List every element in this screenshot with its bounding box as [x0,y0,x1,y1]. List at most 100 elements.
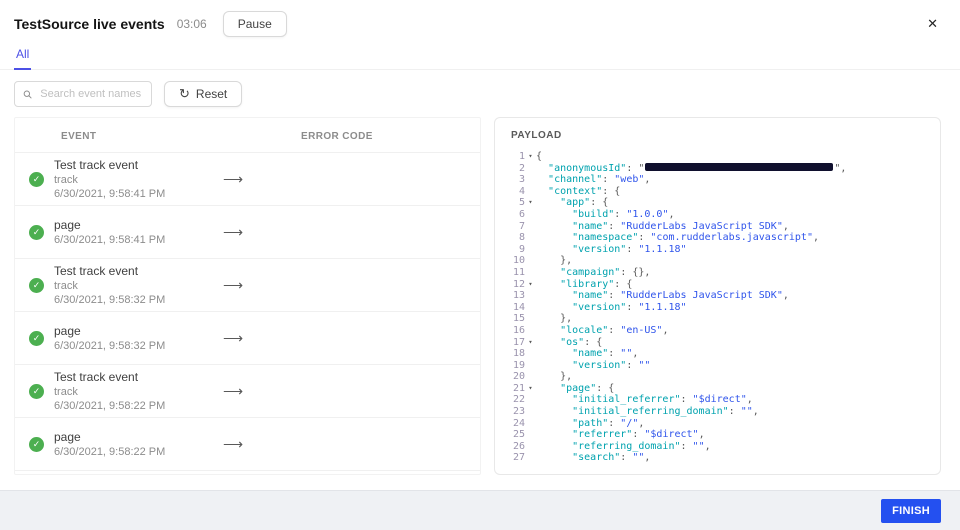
code-line: 15 }, [501,313,940,325]
finish-button[interactable]: FINISH [881,499,941,523]
collapse-caret-icon[interactable]: ▾ [525,279,536,291]
code-text: "version": "" [536,360,650,372]
main-content: EVENT ERROR CODE ✓ Test track event trac… [0,117,960,475]
payload-code: 1 ▾ { 2 "anonymousId": "", 3 "channel": … [495,151,940,464]
code-text: "name": "", [536,348,638,360]
code-line: 12 ▾ "library": { [501,279,940,291]
event-row[interactable]: ✓ page 6/30/2021, 9:58:32 PM ⟶ [15,312,480,365]
code-text: "campaign": {}, [536,267,650,279]
live-events-modal: TestSource live events 03:06 Pause ✕ All… [0,0,960,530]
event-timestamp: 6/30/2021, 9:58:22 PM [54,445,165,459]
code-text: "page": { [536,383,614,395]
event-row[interactable]: ✓ Test track event track 6/30/2021, 9:58… [15,153,480,206]
arrow-right-icon[interactable]: ⟶ [223,171,243,188]
code-line: 26 "referring_domain": "", [501,441,940,453]
code-text: "path": "/", [536,418,644,430]
line-number: 5 [501,197,525,209]
code-line: 3 "channel": "web", [501,174,940,186]
line-number: 2 [501,163,525,175]
payload-title: PAYLOAD [495,130,940,151]
session-timer: 03:06 [177,17,207,31]
line-number: 3 [501,174,525,186]
collapse-caret-icon[interactable]: ▾ [525,383,536,395]
event-row[interactable]: ✓ Test track event track 6/30/2021, 9:58… [15,259,480,312]
tab-bar: All [0,44,960,70]
event-list[interactable]: ✓ Test track event track 6/30/2021, 9:58… [15,153,480,471]
arrow-right-icon[interactable]: ⟶ [223,436,243,453]
code-text: "anonymousId": "", [536,163,846,175]
code-text: "name": "RudderLabs JavaScript SDK", [536,221,789,233]
refresh-icon: ↻ [179,89,190,99]
code-line: 8 "namespace": "com.rudderlabs.javascrip… [501,232,940,244]
code-line: 27 "search": "", [501,452,940,464]
code-text: }, [536,313,572,325]
search-icon [23,89,32,100]
code-line: 20 }, [501,371,940,383]
payload-panel[interactable]: PAYLOAD 1 ▾ { 2 "anonymousId": "", 3 "ch… [494,117,941,475]
table-header: EVENT ERROR CODE [15,118,480,153]
code-text: }, [536,255,572,267]
arrow-right-icon[interactable]: ⟶ [223,383,243,400]
collapse-caret-icon[interactable]: ▾ [525,197,536,209]
code-line: 16 "locale": "en-US", [501,325,940,337]
code-text: "build": "1.0.0", [536,209,675,221]
arrow-right-icon[interactable]: ⟶ [223,330,243,347]
arrow-right-icon[interactable]: ⟶ [223,277,243,294]
search-input[interactable] [38,87,143,101]
line-number: 4 [501,186,525,198]
close-icon[interactable]: ✕ [921,14,944,34]
code-text: "referring_domain": "", [536,441,711,453]
event-timestamp: 6/30/2021, 9:58:41 PM [54,187,165,201]
event-meta: page 6/30/2021, 9:58:22 PM [54,430,165,459]
line-number: 1 [501,151,525,163]
line-number: 22 [501,394,525,406]
success-check-icon: ✓ [29,278,44,293]
line-number: 13 [501,290,525,302]
code-text: "locale": "en-US", [536,325,669,337]
toolbar: ↻ Reset [0,70,960,117]
event-name: Test track event [54,158,165,173]
pause-button[interactable]: Pause [223,11,287,37]
event-meta: page 6/30/2021, 9:58:41 PM [54,218,165,247]
code-line: 22 "initial_referrer": "$direct", [501,394,940,406]
line-number: 16 [501,325,525,337]
code-text: "version": "1.1.18" [536,244,687,256]
code-line: 6 "build": "1.0.0", [501,209,940,221]
column-header-event: EVENT [61,131,96,142]
line-number: 17 [501,337,525,349]
line-number: 20 [501,371,525,383]
code-line: 10 }, [501,255,940,267]
line-number: 7 [501,221,525,233]
code-text: "os": { [536,337,602,349]
reset-label: Reset [196,87,227,101]
line-number: 11 [501,267,525,279]
code-line: 24 "path": "/", [501,418,940,430]
collapse-caret-icon[interactable]: ▾ [525,337,536,349]
line-number: 26 [501,441,525,453]
event-row[interactable]: ✓ page 6/30/2021, 9:58:22 PM ⟶ [15,418,480,471]
code-line: 17 ▾ "os": { [501,337,940,349]
search-box[interactable] [14,81,152,107]
collapse-caret-icon[interactable]: ▾ [525,151,536,163]
code-line: 5 ▾ "app": { [501,197,940,209]
code-line: 2 "anonymousId": "", [501,163,940,175]
line-number: 23 [501,406,525,418]
event-row[interactable]: ✓ page 6/30/2021, 9:58:41 PM ⟶ [15,206,480,259]
code-line: 19 "version": "" [501,360,940,372]
success-check-icon: ✓ [29,331,44,346]
event-row[interactable]: ✓ Test track event track 6/30/2021, 9:58… [15,365,480,418]
code-line: 18 "name": "", [501,348,940,360]
event-name: Test track event [54,370,165,385]
code-text: "version": "1.1.18" [536,302,687,314]
code-text: "initial_referring_domain": "", [536,406,759,418]
arrow-right-icon[interactable]: ⟶ [223,224,243,241]
code-line: 1 ▾ { [501,151,940,163]
redacted-value [645,163,833,171]
code-text: { [536,151,542,163]
modal-title: TestSource live events [14,16,165,32]
tab-all[interactable]: All [14,44,31,70]
event-meta: Test track event track 6/30/2021, 9:58:2… [54,370,165,413]
event-name: page [54,430,165,445]
code-text: "library": { [536,279,632,291]
reset-button[interactable]: ↻ Reset [164,81,242,107]
